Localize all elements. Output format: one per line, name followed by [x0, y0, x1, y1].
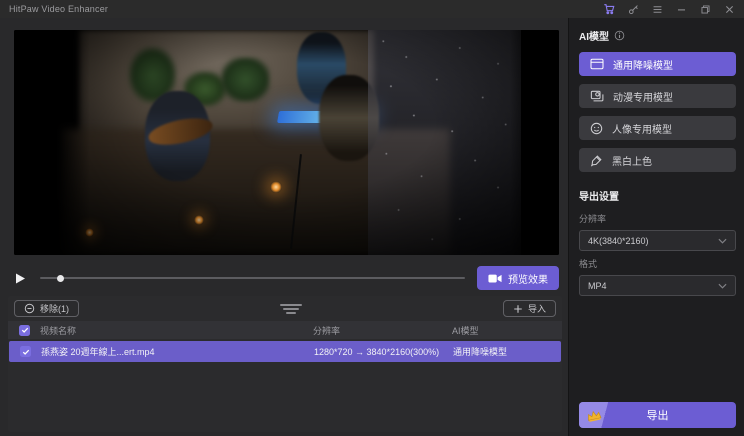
export-settings-heading: 导出设置: [579, 188, 736, 203]
remove-icon: [24, 303, 35, 314]
progress-handle[interactable]: [57, 275, 64, 282]
file-list-panel: 移除(1) 导入 视频名称 分辨率 AI模型: [8, 296, 562, 432]
chevron-down-icon: [718, 238, 727, 244]
scene-vignette: [14, 30, 559, 255]
preview-effect-label: 预览效果: [508, 271, 548, 286]
table-row[interactable]: 孫燕姿 20週年線上...ert.mp4 1280*720 → 3840*216…: [9, 341, 561, 362]
camera-icon: [488, 273, 502, 284]
cart-icon[interactable]: [603, 3, 615, 15]
model-button-animation[interactable]: 动漫专用模型: [579, 84, 736, 108]
format-label: 格式: [579, 257, 736, 270]
app-window: HitPaw Video Enhancer: [0, 0, 744, 436]
play-button[interactable]: [14, 270, 30, 286]
portrait-icon: [590, 122, 603, 135]
photos-icon: [590, 90, 604, 103]
minimize-icon[interactable]: [676, 4, 687, 15]
column-resolution: 分辨率: [313, 324, 340, 337]
progress-slider[interactable]: [40, 272, 465, 284]
player-controls: 预览效果: [14, 262, 559, 294]
row-ai-model: 通用降噪模型: [453, 345, 507, 358]
model-button-colorize[interactable]: 黑白上色: [579, 148, 736, 172]
video-frame: [14, 30, 559, 255]
model-label: 人像专用模型: [612, 121, 672, 136]
export-settings-title: 导出设置: [579, 188, 619, 203]
main-area: 预览效果 移除(1) 导入: [0, 18, 568, 436]
chevron-down-icon: [718, 283, 727, 289]
preview-effect-button[interactable]: 预览效果: [477, 266, 559, 290]
key-icon[interactable]: [628, 4, 639, 15]
info-icon[interactable]: [614, 30, 625, 41]
column-ai-model: AI模型: [452, 324, 479, 337]
model-button-general-denoise[interactable]: 通用降噪模型: [579, 52, 736, 76]
model-label: 动漫专用模型: [613, 89, 673, 104]
titlebar-controls: [603, 3, 735, 15]
resolution-label: 分辨率: [579, 212, 736, 225]
window-title: HitPaw Video Enhancer: [9, 4, 108, 14]
plus-icon: [513, 304, 523, 314]
resolution-select[interactable]: 4K(3840*2160): [579, 230, 736, 251]
crown-icon: [586, 409, 602, 422]
menu-icon[interactable]: [652, 4, 663, 15]
close-icon[interactable]: [724, 4, 735, 15]
model-label: 黑白上色: [612, 153, 652, 168]
colorize-icon: [590, 154, 603, 167]
file-table-header: 视频名称 分辨率 AI模型: [8, 321, 562, 339]
model-label: 通用降噪模型: [613, 57, 673, 72]
import-label: 导入: [528, 302, 546, 315]
format-select[interactable]: MP4: [579, 275, 736, 296]
crown-badge: [579, 402, 615, 428]
row-video-name: 孫燕姿 20週年線上...ert.mp4: [41, 345, 155, 358]
file-toolbar: 移除(1) 导入: [8, 296, 562, 321]
resolution-value: 4K(3840*2160): [588, 236, 649, 246]
select-all-checkbox[interactable]: [19, 325, 30, 336]
model-button-portrait[interactable]: 人像专用模型: [579, 116, 736, 140]
frame-icon: [590, 58, 604, 70]
row-resolution: 1280*720 → 3840*2160(300%): [314, 347, 439, 357]
video-preview: [14, 30, 559, 255]
titlebar: HitPaw Video Enhancer: [0, 0, 744, 18]
restore-icon[interactable]: [700, 4, 711, 15]
ai-models-title: AI模型: [579, 28, 609, 43]
progress-track: [40, 277, 465, 279]
export-button[interactable]: 导出: [579, 402, 736, 428]
remove-label: 移除(1): [40, 302, 69, 315]
remove-button[interactable]: 移除(1): [14, 300, 79, 317]
format-value: MP4: [588, 281, 607, 291]
sidebar: AI模型 通用降噪模型 动漫专用模型 人像专用模型: [568, 18, 744, 436]
column-video-name: 视频名称: [40, 324, 76, 337]
row-checkbox[interactable]: [20, 346, 31, 357]
export-label: 导出: [647, 407, 669, 423]
collapse-handle[interactable]: [270, 301, 312, 317]
ai-models-heading: AI模型: [579, 28, 736, 43]
import-button[interactable]: 导入: [503, 300, 556, 317]
